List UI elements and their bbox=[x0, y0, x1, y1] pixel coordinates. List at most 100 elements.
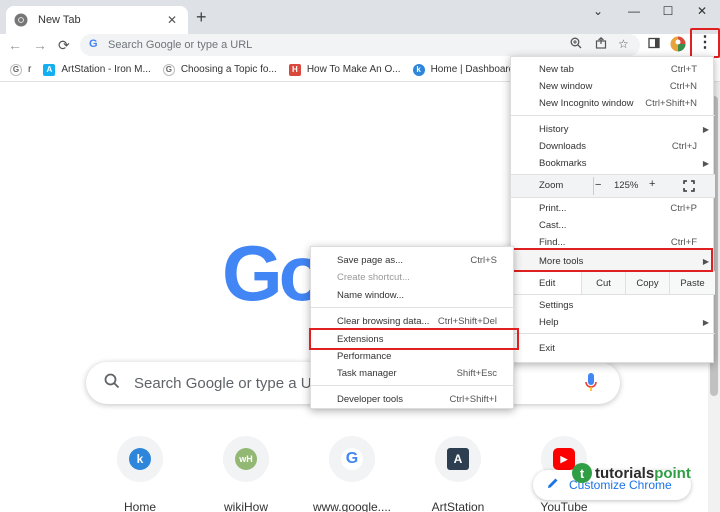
chevron-right-icon: ▶ bbox=[702, 158, 709, 168]
menu-item-print[interactable]: Print... Ctrl+P bbox=[511, 199, 715, 217]
shortcut-tile[interactable]: k Home bbox=[90, 430, 190, 512]
menu-label: Cast... bbox=[539, 219, 567, 231]
google-g-icon: G bbox=[88, 36, 100, 54]
tile-label: wikiHow bbox=[223, 500, 268, 512]
page-search-placeholder: Search Google or type a U bbox=[134, 374, 312, 392]
reload-icon[interactable]: ⟳ bbox=[58, 37, 70, 53]
chrome-icon bbox=[14, 13, 28, 27]
more-tools-highlight bbox=[511, 248, 713, 272]
tab-close-icon[interactable]: ✕ bbox=[164, 13, 180, 27]
new-tab-button[interactable]: + bbox=[196, 8, 207, 26]
maximize-button[interactable]: ☐ bbox=[658, 4, 678, 18]
submenu-label: Create shortcut... bbox=[337, 271, 410, 283]
title-bar: New Tab ✕ + ⌄ — ☐ ✕ bbox=[0, 0, 720, 34]
shortcut-tile[interactable]: A ArtStation bbox=[408, 430, 508, 512]
menu-shortcut: Ctrl+Shift+N bbox=[645, 97, 697, 109]
zoom-out-button[interactable]: − bbox=[595, 179, 601, 191]
back-icon[interactable]: ← bbox=[8, 37, 22, 53]
bookmark-item[interactable]: G Choosing a Topic fo... bbox=[162, 63, 277, 76]
zoom-divider bbox=[593, 177, 594, 195]
google-icon: G bbox=[162, 63, 175, 76]
tile-icon-wrap: A bbox=[435, 436, 481, 482]
chrome-menu-button[interactable]: ⋮ bbox=[690, 28, 720, 58]
forward-icon[interactable]: → bbox=[33, 37, 47, 53]
submenu-shortcut: Shift+Esc bbox=[456, 367, 497, 379]
menu-label: Settings bbox=[539, 299, 574, 311]
menu-label: Find... bbox=[539, 236, 566, 248]
submenu-item-name-window[interactable]: Name window... bbox=[311, 286, 515, 304]
close-window-button[interactable]: ✕ bbox=[692, 4, 712, 18]
shortcut-tile[interactable]: G www.google.... bbox=[302, 430, 402, 512]
mic-icon[interactable] bbox=[584, 372, 598, 394]
submenu-item-save-page[interactable]: Save page as... Ctrl+S bbox=[311, 251, 515, 269]
bookmark-label: ArtStation - Iron M... bbox=[61, 64, 151, 75]
submenu-label: Task manager bbox=[337, 367, 397, 379]
menu-divider bbox=[511, 197, 715, 198]
bookmark-label: How To Make An O... bbox=[306, 64, 401, 75]
k-icon: k bbox=[412, 63, 425, 76]
omnibox[interactable]: G Search Google or type a URL bbox=[80, 34, 640, 56]
bookmark-item[interactable]: A ArtStation - Iron M... bbox=[43, 63, 151, 76]
zoom-icon[interactable] bbox=[570, 37, 582, 52]
tab-new-tab[interactable]: New Tab ✕ bbox=[6, 6, 188, 34]
menu-label: Print... bbox=[539, 202, 567, 214]
menu-zoom-row: Zoom − 125% + bbox=[511, 175, 715, 197]
submenu-shortcut: Ctrl+Shift+Del bbox=[437, 315, 497, 327]
menu-item-help[interactable]: Help ▶ bbox=[511, 313, 715, 331]
watermark-text: tutorialspoint bbox=[595, 464, 691, 482]
hubpages-icon: H bbox=[288, 63, 301, 76]
submenu-label: Save page as... bbox=[337, 254, 404, 266]
tile-label: ArtStation bbox=[431, 500, 485, 512]
browser-window: New Tab ✕ + ⌄ — ☐ ✕ ← → ⟳ G Search Googl… bbox=[0, 0, 720, 512]
zoom-in-button[interactable]: + bbox=[649, 178, 655, 190]
menu-item-history[interactable]: History ▶ bbox=[511, 120, 715, 138]
menu-label: Downloads bbox=[539, 140, 586, 152]
menu-item-downloads[interactable]: Downloads Ctrl+J bbox=[511, 137, 715, 155]
menu-label: New window bbox=[539, 80, 593, 92]
submenu-item-developer-tools[interactable]: Developer tools Ctrl+Shift+I bbox=[311, 390, 515, 408]
chrome-menu: New tab Ctrl+T New window Ctrl+N New Inc… bbox=[510, 56, 715, 363]
tile-icon-wrap: wH bbox=[223, 436, 269, 482]
menu-shortcut: Ctrl+P bbox=[670, 202, 697, 214]
shortcut-tile[interactable]: wH wikiHow bbox=[196, 430, 296, 512]
menu-item-exit[interactable]: Exit bbox=[511, 339, 715, 357]
menu-item-new-tab[interactable]: New tab Ctrl+T bbox=[511, 60, 715, 78]
pencil-icon bbox=[547, 476, 559, 494]
submenu-item-create-shortcut[interactable]: Create shortcut... bbox=[311, 268, 515, 286]
menu-shortcut: Ctrl+J bbox=[671, 140, 697, 152]
google-icon: G bbox=[10, 63, 22, 76]
submenu-label: Name window... bbox=[337, 289, 405, 301]
menu-item-settings[interactable]: Settings bbox=[511, 296, 715, 314]
paste-button[interactable]: Paste bbox=[669, 272, 715, 294]
profile-avatar[interactable] bbox=[670, 36, 686, 57]
chevron-right-icon: ▶ bbox=[702, 124, 709, 134]
toolbar: ← → ⟳ G Search Google or type a URL ☆ bbox=[0, 34, 720, 56]
menu-label: History bbox=[539, 123, 569, 135]
bookmark-item[interactable]: H How To Make An O... bbox=[288, 63, 401, 76]
copy-button[interactable]: Copy bbox=[625, 272, 669, 294]
menu-edit-row: Edit Cut Copy Paste bbox=[511, 272, 715, 294]
bookmark-star-icon[interactable]: ☆ bbox=[618, 37, 629, 51]
tutorialspoint-watermark: t tutorialspoint bbox=[572, 463, 691, 483]
menu-item-incognito[interactable]: New Incognito window Ctrl+Shift+N bbox=[511, 94, 715, 112]
edit-label: Edit bbox=[539, 278, 556, 289]
submenu-item-task-manager[interactable]: Task manager Shift+Esc bbox=[311, 364, 515, 382]
submenu-divider bbox=[311, 385, 515, 386]
tutorialspoint-logo-icon: t bbox=[572, 463, 592, 483]
minimize-button[interactable]: — bbox=[624, 4, 644, 18]
submenu-label: Clear browsing data... bbox=[337, 315, 430, 327]
menu-label: New Incognito window bbox=[539, 97, 634, 109]
k-icon: k bbox=[129, 448, 151, 470]
bookmark-item[interactable]: k Home | Dashboard bbox=[412, 63, 514, 76]
tab-search-icon[interactable]: ⌄ bbox=[588, 4, 608, 18]
cut-button[interactable]: Cut bbox=[581, 272, 625, 294]
menu-item-cast[interactable]: Cast... bbox=[511, 216, 715, 234]
kebab-icon: ⋮ bbox=[697, 34, 713, 51]
share-icon[interactable] bbox=[595, 37, 607, 52]
fullscreen-icon[interactable] bbox=[683, 179, 695, 197]
bookmark-label: Choosing a Topic fo... bbox=[180, 64, 277, 75]
bookmark-item[interactable]: G r bbox=[10, 63, 31, 76]
menu-item-bookmarks[interactable]: Bookmarks ▶ bbox=[511, 154, 715, 172]
menu-item-new-window[interactable]: New window Ctrl+N bbox=[511, 77, 715, 95]
side-panel-icon[interactable] bbox=[648, 36, 660, 54]
